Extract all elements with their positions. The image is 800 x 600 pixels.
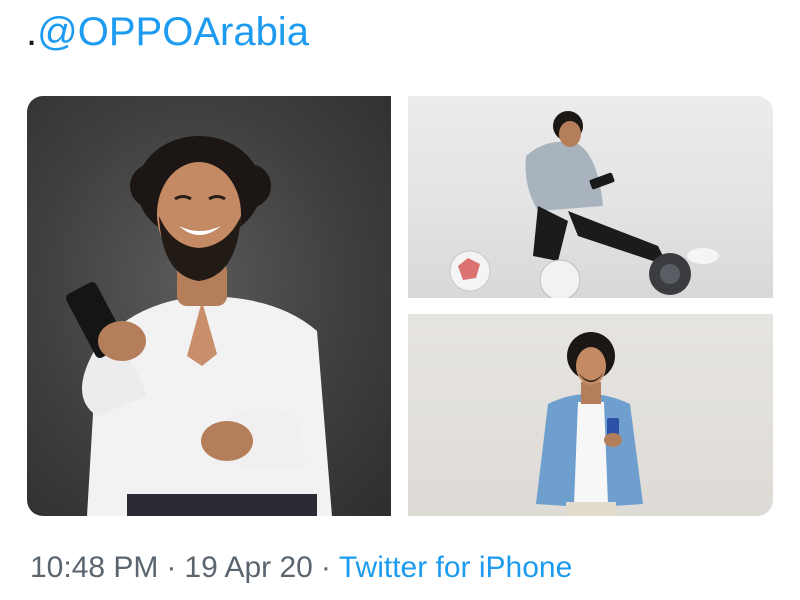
photo-portrait-smiling-with-phone[interactable] xyxy=(27,96,391,516)
tweet-detail: .@OPPOArabia 10:48 PM · 19 Apr 20 · Twit… xyxy=(0,0,800,600)
tweet-metadata: 10:48 PM · 19 Apr 20 · Twitter for iPhone xyxy=(30,548,572,588)
meta-separator: · xyxy=(320,551,331,584)
meta-separator: · xyxy=(166,551,177,584)
tweet-time: 10:48 PM xyxy=(30,551,159,584)
mention-prefix: . xyxy=(26,10,38,54)
tweet-date: 19 Apr 20 xyxy=(184,551,313,584)
media-grid xyxy=(27,96,773,516)
mention-link[interactable]: @OPPOArabia xyxy=(37,10,309,54)
photo-standing-denim-jacket[interactable] xyxy=(408,314,773,516)
photo-sitting-with-footballs[interactable] xyxy=(408,96,773,298)
tweet-source-link[interactable]: Twitter for iPhone xyxy=(339,551,572,584)
tweet-text: .@OPPOArabia xyxy=(26,6,309,58)
